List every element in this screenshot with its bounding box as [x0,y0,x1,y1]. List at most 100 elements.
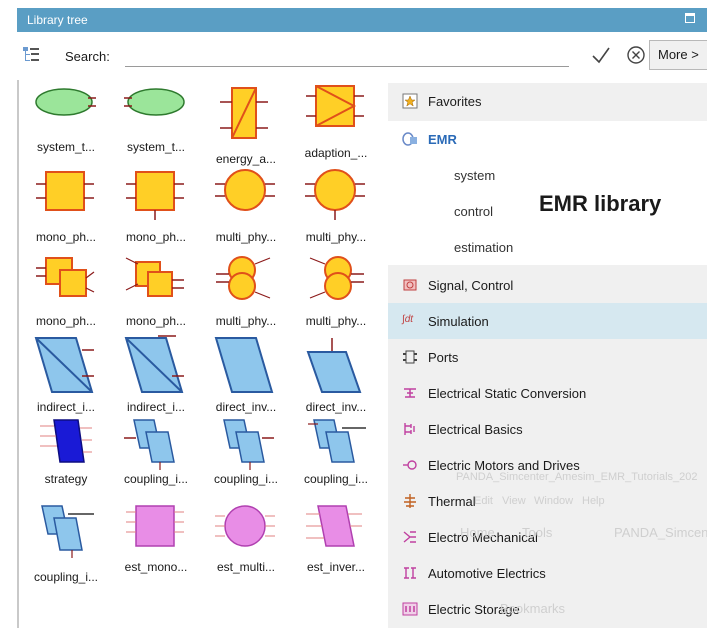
coupling-squares-icon [125,257,184,297]
automotive-electrics-icon [404,567,416,579]
estimator-circle-icon [215,505,275,547]
dock-pin-icon[interactable] [685,13,695,23]
category-emr-system[interactable]: system [388,157,707,193]
electro-mechanical-icon [403,531,416,543]
grid-item-coupling-1[interactable]: coupling_i... [110,416,200,502]
grid-item-label: est_inver... [306,560,366,574]
emr-library-icon [402,132,417,146]
grid-item-label: system_t... [126,140,185,154]
grid-item-label: adaption_... [304,146,368,160]
category-label: Favorites [428,94,482,109]
grid-item-indirect-1[interactable]: indirect_i... [20,334,110,420]
grid-item-label: indirect_i... [126,400,186,414]
grid-item-coupling-3[interactable]: coupling_i... [290,416,380,502]
grid-item-label: indirect_i... [36,400,96,414]
estimator-inversion-icon [306,505,362,547]
category-favorites[interactable]: Favorites [388,83,707,119]
direct-inversion-icon [214,337,274,393]
grid-item-est-mono[interactable]: est_mono... [110,500,200,586]
grid-item-direct-2[interactable]: direct_inv... [290,334,380,420]
component-grid: system_t... system_t... energy_a... adap… [20,80,386,628]
grid-item-multi-phase-4[interactable]: multi_phy... [290,250,380,336]
grid-item-energy[interactable]: energy_a... [200,80,290,166]
grid-item-direct-1[interactable]: direct_inv... [200,334,290,420]
grid-item-multi-phase-3[interactable]: multi_phy... [200,250,290,336]
grid-item-mono-phase-1[interactable]: mono_ph... [20,164,110,250]
indirect-inversion-icon [124,335,184,393]
coupling-inversion-icon [223,419,274,470]
grid-item-label: mono_ph... [35,230,97,244]
direct-inversion-icon [306,338,362,393]
coupling-circles-icon [309,256,364,300]
battery-icon [402,602,418,616]
ghost-tab-home: Home [460,525,495,540]
grid-item-mono-phase-3[interactable]: mono_ph... [20,250,110,336]
grid-item-system-1[interactable]: system_t... [20,80,110,166]
conversion-circle-icon [305,169,365,220]
grid-item-label: multi_phy... [215,230,277,244]
category-signal-control[interactable]: Signal, Control [388,267,707,303]
category-label: Simulation [428,314,489,329]
grid-item-label: coupling_i... [213,472,279,486]
grid-item-est-multi[interactable]: est_multi... [200,500,290,586]
grid-item-label: multi_phy... [215,314,277,328]
coupling-inversion-icon [124,419,175,470]
check-icon[interactable] [590,44,612,66]
category-label: Thermal [428,494,476,509]
coupling-squares-icon [36,257,95,297]
grid-item-mono-phase-2[interactable]: mono_ph... [110,164,200,250]
thermal-icon [404,494,416,508]
grid-item-adaption[interactable]: adaption_... [290,80,380,166]
grid-item-label: est_mono... [124,560,188,574]
static-conversion-icon [404,388,416,398]
search-bar: Search: More > [17,32,707,80]
category-electrical-static-conversion[interactable]: Electrical Static Conversion [388,375,707,411]
ghost-window-filename: PANDA_Simcenter_Amesim_EMR_Tutorials_202 [456,471,698,483]
grid-item-indirect-2[interactable]: indirect_i... [110,334,200,420]
grid-item-system-2[interactable]: system_t... [110,80,200,166]
category-simulation[interactable]: ∫dt Simulation [388,303,707,339]
panel-title: Library tree [27,13,88,27]
grid-item-est-inverse[interactable]: est_inver... [290,500,380,586]
grid-item-coupling-2[interactable]: coupling_i... [200,416,290,502]
energy-accumulator-icon [220,87,268,139]
integral-icon: ∫dt [402,314,414,325]
category-label: Signal, Control [428,278,514,293]
grid-item-label: direct_inv... [215,400,277,414]
emr-library-callout: EMR library [539,191,662,216]
category-tree: Favorites EMR system control estimation … [388,83,707,628]
ghost-menu-window: Window [534,495,574,507]
library-tree-titlebar: Library tree [17,8,707,32]
category-label: estimation [454,240,514,255]
grid-item-label: strategy [44,472,88,486]
category-emr-estimation[interactable]: estimation [388,229,707,265]
coupling-inversion-icon [41,505,94,558]
grid-item-label: est_multi... [216,560,276,574]
grid-item-label: mono_ph... [125,230,187,244]
clear-search-icon[interactable] [625,44,647,66]
grid-item-multi-phase-2[interactable]: multi_phy... [290,164,380,250]
grid-item-coupling-4[interactable]: coupling_i... [20,500,110,586]
conversion-circle-icon [215,169,275,211]
category-automotive-electrics[interactable]: Automotive Electrics [388,555,707,591]
ghost-tab-tools: Tools [522,525,553,540]
grid-item-strategy[interactable]: strategy [20,416,110,502]
grid-item-label: multi_phy... [305,230,367,244]
grid-item-multi-phase-1[interactable]: multi_phy... [200,164,290,250]
category-emr[interactable]: EMR [388,121,707,157]
tree-view-icon[interactable] [22,46,40,64]
category-ports[interactable]: Ports [388,339,707,375]
estimator-square-icon [126,505,184,547]
grid-item-label: system_t... [36,140,95,154]
favorites-icon [402,93,418,109]
more-button[interactable]: More > [649,40,707,70]
search-input[interactable] [125,46,569,67]
search-label: Search: [65,49,110,64]
category-label: Electrical Static Conversion [428,386,587,401]
indirect-inversion-icon [34,337,94,393]
category-electrical-basics[interactable]: Electrical Basics [388,411,707,447]
grid-item-mono-phase-4[interactable]: mono_ph... [110,250,200,336]
ghost-menu-edit: Edit [474,495,493,507]
category-label: Automotive Electrics [428,566,546,581]
grid-item-label: mono_ph... [35,314,97,328]
